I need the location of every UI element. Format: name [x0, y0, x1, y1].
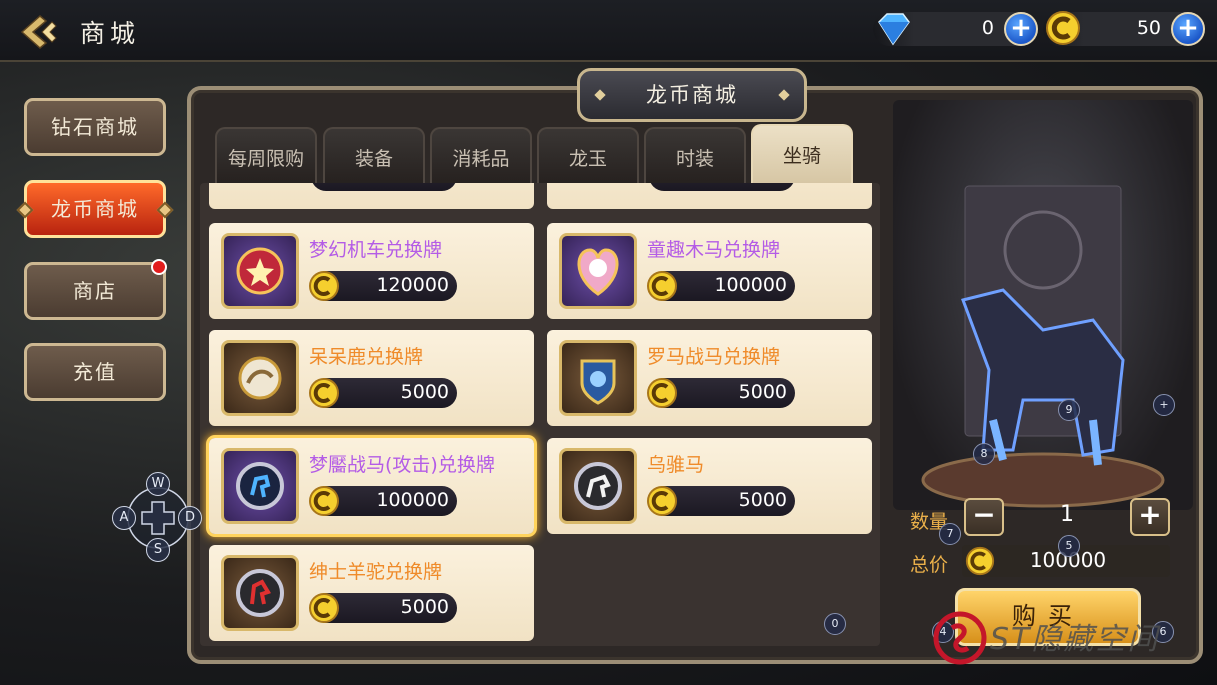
price-bar: [649, 183, 795, 191]
diamond-icon: [873, 8, 913, 48]
diamond-currency: 0 +: [873, 12, 1038, 46]
list-item[interactable]: 乌骓马 5000: [547, 438, 872, 534]
add-diamond-button[interactable]: +: [1004, 12, 1038, 46]
item-name: 罗马战马兑换牌: [647, 346, 781, 368]
price-bar: 5000: [647, 486, 795, 516]
nightmare-warhorse-token-icon: [221, 448, 299, 524]
roman-warhorse-token-icon: [559, 340, 637, 416]
dragon-coin-icon: [647, 378, 677, 408]
item-price: 100000: [714, 274, 787, 296]
alpaca-token-icon: [221, 555, 299, 631]
list-item[interactable]: 童趣木马兑换牌 100000: [547, 223, 872, 319]
black-horse-icon: [559, 448, 637, 524]
item-name: 童趣木马兑换牌: [647, 239, 781, 261]
item-price: 5000: [738, 381, 787, 403]
tab-dragon-jade[interactable]: 龙玉: [537, 127, 639, 184]
list-item[interactable]: [547, 183, 872, 209]
overlay-badge[interactable]: 9: [1058, 399, 1080, 421]
add-dragon-coin-button[interactable]: +: [1171, 12, 1205, 46]
back-arrow-icon[interactable]: [18, 12, 60, 52]
price-bar: 5000: [309, 593, 457, 623]
overlay-badge[interactable]: 7: [939, 523, 961, 545]
list-item[interactable]: 绅士羊驼兑换牌 5000: [209, 545, 534, 641]
price-bar: 120000: [309, 271, 457, 301]
deer-token-icon: [221, 340, 299, 416]
list-item[interactable]: 罗马战马兑换牌 5000: [547, 330, 872, 426]
price-bar: 100000: [647, 271, 795, 301]
item-price: 120000: [376, 274, 449, 296]
item-name: 梦幻机车兑换牌: [309, 239, 443, 261]
dpad-down-key[interactable]: S: [146, 538, 170, 562]
watermark: ST隐藏空间: [930, 608, 1200, 670]
item-name: 呆呆鹿兑换牌: [309, 346, 424, 368]
selection-marker-icon: [156, 201, 174, 219]
nav-dragon-coin-shop[interactable]: 龙币商城: [16, 180, 174, 238]
tab-equipment[interactable]: 装备: [323, 127, 425, 184]
tab-fashion[interactable]: 时装: [644, 127, 746, 184]
dpad-left-key[interactable]: A: [112, 506, 136, 530]
overlay-badge[interactable]: +: [1153, 394, 1175, 416]
dragon-coin-icon: [1043, 8, 1083, 48]
item-list[interactable]: 梦幻机车兑换牌 120000 童趣木马兑换牌 100000 呆呆鹿兑换牌 500…: [200, 183, 880, 646]
nav-label: 充值: [73, 360, 117, 384]
dragon-coin-amount: 50: [1136, 17, 1161, 39]
dpad-right-key[interactable]: D: [178, 506, 202, 530]
watermark-text: ST隐藏空间: [990, 622, 1160, 657]
nav-label: 钻石商城: [51, 115, 139, 139]
item-price: 5000: [400, 596, 449, 618]
notification-dot: [151, 259, 167, 275]
price-bar: 100000: [309, 486, 457, 516]
tab-weekly-limited[interactable]: 每周限购: [215, 127, 317, 184]
motorbike-token-icon: [221, 233, 299, 309]
item-name: 乌骓马: [647, 454, 705, 476]
decrease-quantity-button[interactable]: −: [964, 498, 1004, 536]
overlay-badge[interactable]: 0: [824, 613, 846, 635]
dpad-overlay[interactable]: W A D S: [112, 472, 204, 564]
rocking-horse-token-icon: [559, 233, 637, 309]
overlay-badge[interactable]: 5: [1058, 535, 1080, 557]
mount-preview: [893, 100, 1193, 510]
diamond-amount: 0: [981, 17, 994, 39]
quantity-value: 1: [1060, 502, 1074, 527]
overlay-badge[interactable]: 8: [973, 443, 995, 465]
nav-diamond-shop[interactable]: 钻石商城: [24, 98, 166, 156]
tab-consumables[interactable]: 消耗品: [430, 127, 532, 184]
tab-mounts[interactable]: 坐骑: [751, 124, 853, 184]
item-name: 梦靨战马(攻击)兑换牌: [309, 454, 495, 476]
price-bar: [311, 183, 457, 191]
dragon-coin-currency: 50 +: [1043, 11, 1205, 46]
dpad-up-key[interactable]: W: [146, 472, 170, 496]
nav-label: 龙币商城: [51, 197, 139, 221]
dragon-coin-icon: [309, 271, 339, 301]
dragon-coin-icon: [647, 486, 677, 516]
increase-quantity-button[interactable]: +: [1130, 498, 1170, 536]
dragon-coin-icon: [309, 593, 339, 623]
top-bar: 商城 0 + 50 +: [0, 0, 1217, 62]
dragon-coin-icon: [309, 486, 339, 516]
price-bar: 5000: [309, 378, 457, 408]
list-item-selected[interactable]: 梦靨战马(攻击)兑换牌 100000: [209, 438, 534, 534]
item-price: 100000: [376, 489, 449, 511]
quantity-stepper: − 1 +: [964, 498, 1170, 536]
selection-marker-icon: [16, 201, 34, 219]
list-item[interactable]: 呆呆鹿兑换牌 5000: [209, 330, 534, 426]
list-item[interactable]: [209, 183, 534, 209]
list-item[interactable]: 梦幻机车兑换牌 120000: [209, 223, 534, 319]
item-price: 5000: [400, 381, 449, 403]
dragon-coin-icon: [965, 546, 995, 576]
watermark-logo-icon: [933, 611, 987, 665]
total-price-label: 总价: [910, 554, 949, 576]
nav-recharge[interactable]: 充值: [24, 343, 166, 401]
item-name: 绅士羊驼兑换牌: [309, 561, 443, 583]
dragon-coin-icon: [647, 271, 677, 301]
nav-store[interactable]: 商店: [24, 259, 167, 320]
nav-label: 商店: [73, 279, 117, 303]
price-bar: 5000: [647, 378, 795, 408]
page-title: 商城: [80, 19, 141, 48]
dragon-coin-icon: [309, 378, 339, 408]
panel-title: 龙币商城: [577, 68, 807, 122]
item-price: 5000: [738, 489, 787, 511]
